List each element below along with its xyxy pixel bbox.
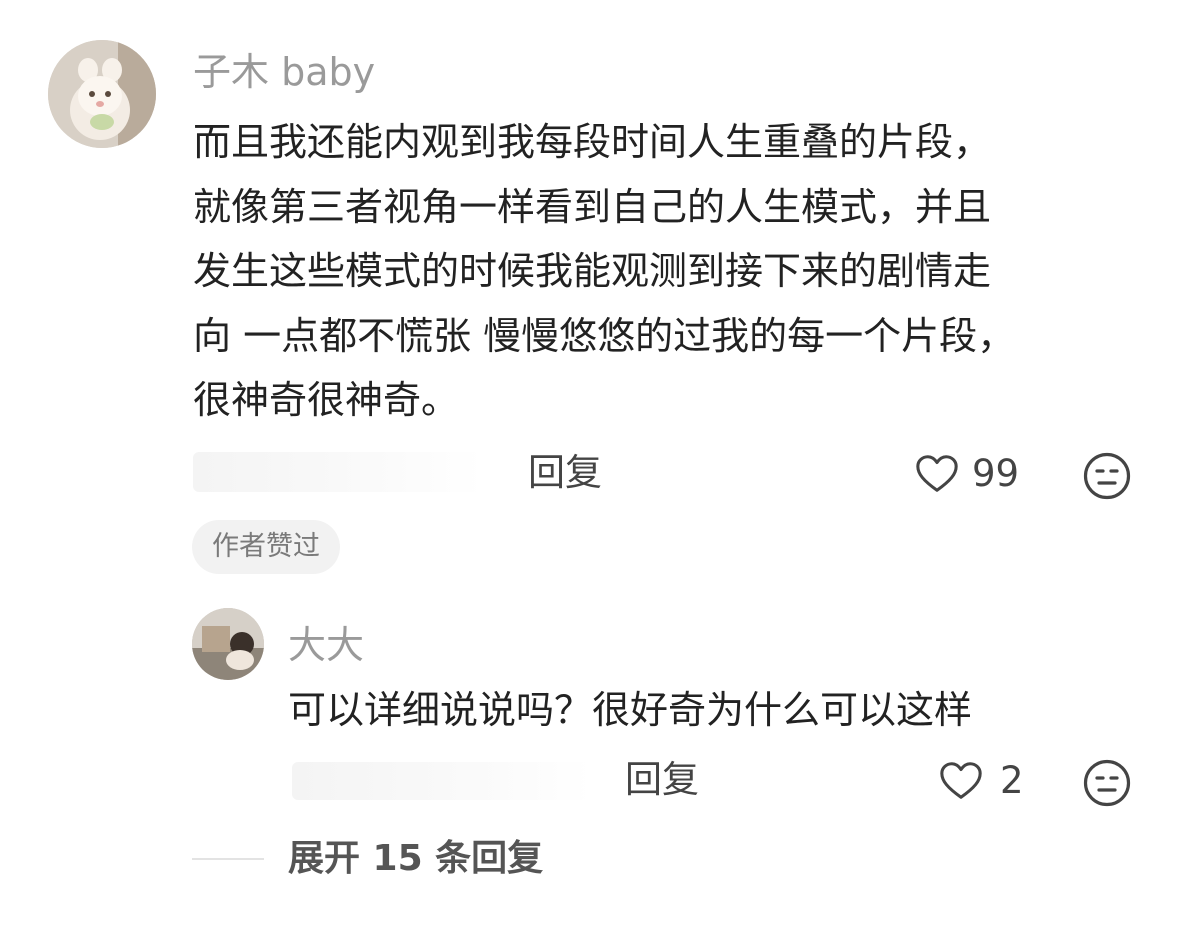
comment-text-line: 向 一点都不慌张 慢慢悠悠的过我的每一个片段， xyxy=(193,313,1016,358)
username[interactable]: 子木 baby xyxy=(193,47,375,97)
comment-text-line: 就像第三者视角一样看到自己的人生模式，并且 xyxy=(193,184,992,229)
blurred-metadata xyxy=(193,452,483,492)
comment-text-line: 发生这些模式的时候我能观测到接下来的剧情走 xyxy=(193,249,992,293)
like-button[interactable]: 99 xyxy=(914,448,1019,500)
reply-text: 可以详细说说吗？很好奇为什么可以这样 xyxy=(288,688,973,732)
reply-button[interactable]: 回复 xyxy=(625,755,699,805)
reply-username[interactable]: 大大 xyxy=(288,620,364,670)
blurred-metadata xyxy=(292,762,592,800)
meh-face-icon xyxy=(1083,759,1131,807)
comment-text-line: 很神奇很神奇。 xyxy=(193,378,460,422)
heart-outline-icon xyxy=(940,762,982,799)
comment-text-line: 而且我还能内观到我每段时间人生重叠的片段， xyxy=(193,120,992,164)
avatar[interactable] xyxy=(48,40,156,148)
heart-outline-icon xyxy=(916,455,958,492)
expand-divider xyxy=(192,858,264,860)
dislike-button[interactable] xyxy=(1082,758,1132,808)
like-count: 99 xyxy=(972,452,1020,495)
like-button[interactable]: 2 xyxy=(938,755,1024,807)
meh-face-icon xyxy=(1083,452,1131,500)
like-count: 2 xyxy=(1000,759,1024,802)
author-liked-badge: 作者赞过 xyxy=(192,520,340,574)
comment-text: 而且我还能内观到我每段时间人生重叠的片段， 就像第三者视角一样看到自己的人生模式… xyxy=(193,110,1133,433)
reply-avatar[interactable] xyxy=(192,608,264,680)
expand-replies-button[interactable]: 展开 15 条回复 xyxy=(288,834,543,884)
dislike-button[interactable] xyxy=(1082,451,1132,501)
reply-button[interactable]: 回复 xyxy=(528,448,602,498)
